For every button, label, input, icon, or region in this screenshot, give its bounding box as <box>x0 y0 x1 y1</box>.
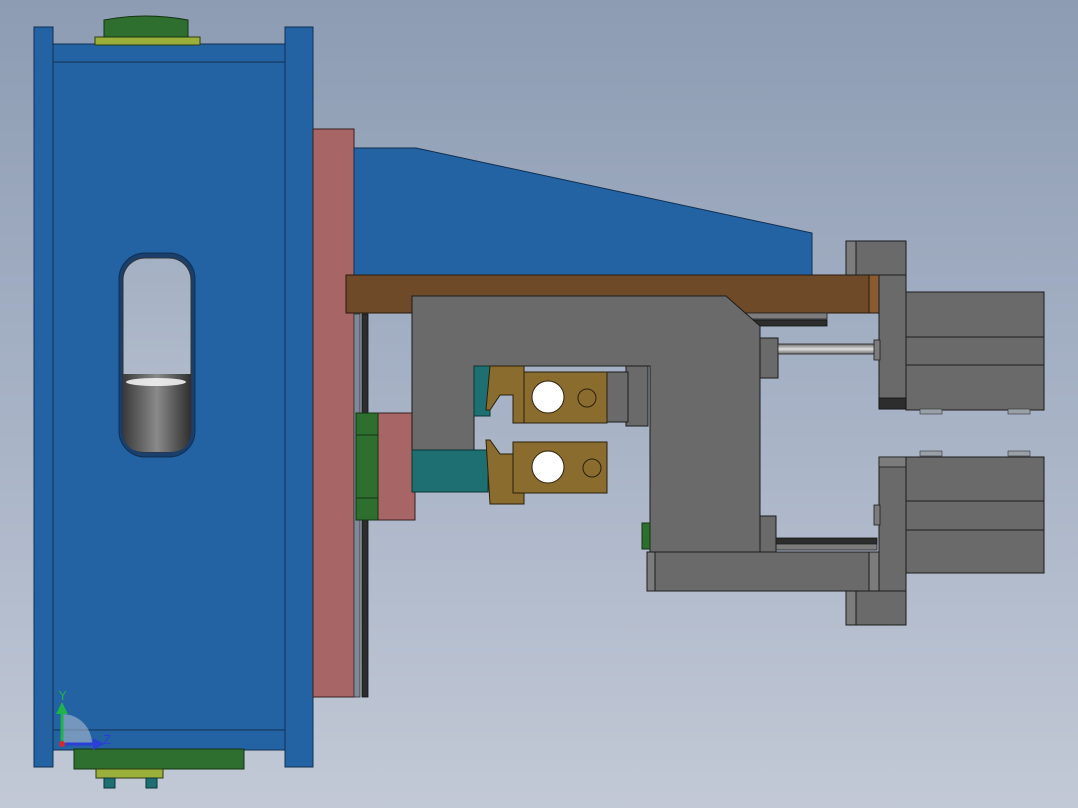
z-axis-label: Z <box>103 733 111 747</box>
clamp-pad-assembly[interactable] <box>355 412 416 521</box>
wedge-support[interactable] <box>353 147 813 277</box>
frame-window-slot <box>118 252 196 458</box>
electrode-holder-lower[interactable] <box>485 439 608 505</box>
bottom-green-block[interactable] <box>73 748 245 789</box>
c-frame-green-pad <box>641 522 651 550</box>
y-axis-label: Y <box>58 689 67 703</box>
x-axis-dot <box>59 741 65 747</box>
lower-guide-rail <box>759 515 878 553</box>
electrode-holder-upper[interactable] <box>485 365 649 427</box>
lower-support-arm[interactable] <box>646 551 880 592</box>
cad-viewport[interactable]: Y Z <box>0 0 1078 808</box>
top-green-block[interactable] <box>94 15 201 46</box>
model-view[interactable]: Y Z <box>0 0 1078 808</box>
c-frame-clamp[interactable] <box>411 295 761 553</box>
